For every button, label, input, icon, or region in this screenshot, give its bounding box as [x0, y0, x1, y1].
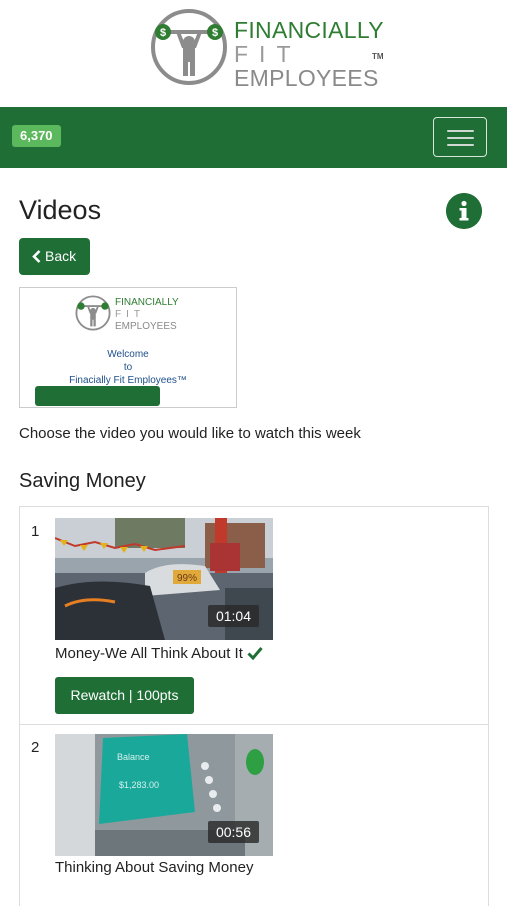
welcome-logo: FINANCIALLY FIT EMPLOYEES	[75, 293, 185, 333]
video-title-text: Money-We All Think About It	[55, 645, 243, 662]
thumb-balance-label: Balance	[117, 752, 150, 762]
video-title[interactable]: Thinking About Saving Money	[55, 859, 253, 876]
welcome-line2: to	[123, 362, 133, 373]
weightlifter-logo-icon: $ $	[151, 9, 227, 85]
back-button-label: Back	[45, 248, 77, 264]
brand-line1: FINANCIALLY	[234, 17, 384, 43]
welcome-logo-line3: EMPLOYEES	[115, 321, 177, 332]
logo-header: $ $ FINANCIALLY FIT EMPLOYEES TM	[0, 0, 507, 107]
svg-text:$: $	[160, 27, 166, 39]
svg-text:$: $	[212, 27, 218, 39]
thumb-balance-amount: $1,283.00	[119, 780, 159, 790]
hamburger-icon-bar	[447, 137, 474, 139]
video-duration: 01:04	[207, 605, 259, 627]
video-number: 2	[31, 739, 40, 756]
welcome-logo-text: FINANCIALLY FIT EMPLOYEES	[115, 297, 179, 333]
brand-line3: EMPLOYEES	[234, 65, 379, 91]
hamburger-icon-bar	[447, 144, 474, 146]
intro-text: Choose the video you would like to watch…	[19, 425, 361, 442]
welcome-logo-line2: FIT	[115, 309, 145, 320]
hamburger-icon	[447, 130, 474, 132]
video-list: 1 99% 01:04 Money-We All Think About It …	[19, 506, 489, 906]
thumb-price-sign: 99%	[177, 573, 197, 584]
video-duration: 00:56	[207, 821, 259, 843]
points-badge: 6,370	[12, 125, 61, 147]
trademark-mark: TM	[372, 52, 384, 61]
rewatch-button[interactable]: Rewatch | 100pts	[55, 677, 194, 714]
weightlifter-logo-icon	[75, 295, 111, 331]
welcome-line1: Welcome	[107, 349, 149, 360]
video-item: 2 Balance $1,283.00 00:56 Thinking About…	[20, 725, 488, 905]
menu-toggle-button[interactable]	[433, 117, 487, 157]
video-title[interactable]: Money-We All Think About It	[55, 645, 263, 662]
welcome-logo-line1: FINANCIALLY	[115, 297, 179, 308]
brand-logo[interactable]: $ $ FINANCIALLY FIT EMPLOYEES TM	[150, 6, 390, 98]
watch-button[interactable]	[35, 386, 160, 406]
welcome-message: Welcome to Finacially Fit Employees™	[20, 348, 236, 387]
brand-wordmark: FINANCIALLY FIT EMPLOYEES	[234, 18, 384, 90]
video-thumbnail[interactable]: 99% 01:04	[55, 518, 273, 640]
brand-line2: FIT	[234, 41, 302, 67]
top-navbar: 6,370	[0, 107, 507, 168]
section-title: Saving Money	[19, 470, 146, 492]
info-icon[interactable]	[446, 193, 482, 229]
video-thumbnail[interactable]: Balance $1,283.00 00:56	[55, 734, 273, 856]
video-number: 1	[31, 523, 40, 540]
page-title: Videos	[19, 195, 102, 225]
video-item: 1 99% 01:04 Money-We All Think About It …	[20, 507, 488, 725]
chevron-left-icon	[32, 250, 41, 263]
back-button[interactable]: Back	[19, 238, 90, 275]
checkmark-icon	[247, 647, 263, 660]
